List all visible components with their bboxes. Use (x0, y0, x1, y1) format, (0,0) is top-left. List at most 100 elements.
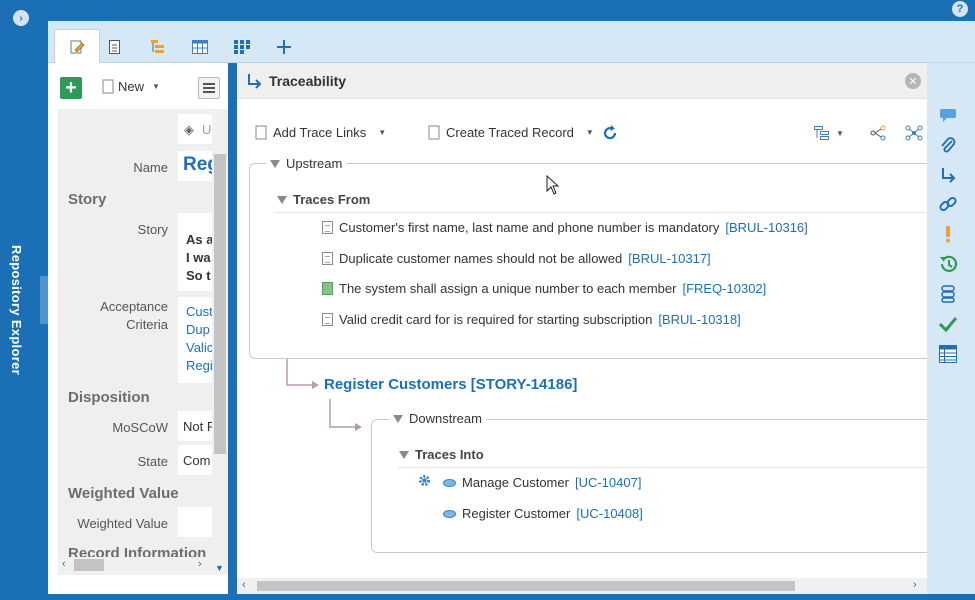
scrollbar-thumb[interactable] (74, 559, 104, 571)
traceability-button[interactable] (937, 164, 959, 186)
acceptance-criteria-field[interactable]: Cust Dup Valic Regi (178, 297, 212, 383)
trace-item-id-link[interactable]: [BRUL-10316] (725, 220, 807, 235)
state-field[interactable]: Com (178, 445, 212, 475)
tab-document[interactable] (92, 31, 138, 63)
scroll-right-icon[interactable]: › (198, 558, 202, 570)
downstream-toggle[interactable]: Downstream (389, 411, 486, 426)
eraser-icon: ◈ (184, 122, 194, 137)
acceptance-label-line: Acceptance (100, 299, 168, 314)
name-label: Name (133, 160, 168, 175)
story-line: So t (186, 268, 211, 283)
upstream-toggle[interactable]: Upstream (266, 156, 347, 171)
trace-item[interactable]: Manage Customer [UC-10407] (443, 475, 641, 490)
add-button[interactable]: + (60, 77, 82, 99)
green-document-icon (322, 282, 333, 295)
collapse-triangle-icon (270, 159, 280, 168)
scroll-left-icon[interactable]: ‹ (242, 579, 246, 591)
use-case-icon (443, 478, 456, 487)
alert-button[interactable] (937, 223, 959, 245)
history-icon (940, 255, 958, 272)
tab-add[interactable] (261, 31, 307, 63)
table-view-button[interactable] (937, 343, 959, 365)
trace-item-text: Customer's first name, last name and pho… (339, 220, 720, 235)
tab-hierarchy[interactable] (135, 31, 181, 63)
collapse-triangle-icon (277, 195, 287, 204)
traceability-horizontal-scrollbar[interactable]: ‹ › (237, 578, 927, 594)
name-field[interactable]: Reg (178, 151, 212, 181)
record-actions-sidebar (927, 63, 975, 594)
hierarchy-list-icon (151, 40, 164, 53)
trace-item-id-link[interactable]: [UC-10407] (575, 475, 641, 490)
tab-table[interactable] (177, 31, 223, 63)
attachment-icon (941, 137, 956, 153)
record-type-field[interactable]: ◈ U (178, 114, 212, 144)
new-button[interactable]: New ▼ (102, 79, 160, 94)
traces-into-toggle[interactable]: Traces Into (399, 447, 484, 462)
trace-item-text: Manage Customer (462, 475, 569, 490)
weighted-value-field[interactable] (178, 507, 212, 537)
trace-item[interactable]: Customer's first name, last name and pho… (322, 220, 808, 235)
layout-options-button[interactable]: ▼ (814, 126, 844, 140)
history-button[interactable] (937, 253, 959, 275)
scroll-left-icon[interactable]: ‹ (62, 558, 66, 570)
trace-item-id-link[interactable]: [FREQ-10302] (682, 281, 766, 296)
diagram-icon[interactable] (869, 125, 887, 141)
workflow-button[interactable] (937, 283, 959, 305)
chevron-right-icon[interactable]: › (13, 10, 29, 26)
document-icon (109, 40, 120, 54)
moscow-field[interactable]: Not F (178, 411, 212, 441)
table-icon (192, 40, 208, 54)
trace-item-id-link[interactable]: [BRUL-10318] (658, 312, 740, 327)
help-icon[interactable]: ? (952, 1, 968, 17)
trace-item[interactable]: Valid credit card for is required for st… (322, 312, 741, 327)
gear-icon[interactable] (417, 473, 432, 488)
close-icon[interactable]: ✕ (905, 73, 921, 89)
trace-item[interactable]: Duplicate customer names should not be a… (322, 251, 711, 266)
form-vertical-scrollbar[interactable]: ▼ (212, 109, 228, 575)
workflow-icon (941, 285, 955, 303)
acceptance-line[interactable]: Cust (186, 303, 212, 321)
story-field[interactable]: As a I wa So t (178, 213, 212, 291)
attachment-button[interactable] (937, 134, 959, 156)
acceptance-line[interactable]: Dup (186, 321, 212, 339)
document-icon (102, 79, 114, 94)
traceability-panel: Traceability ✕ Add Trace Links ▼ Create … (237, 63, 927, 594)
comment-button[interactable] (937, 104, 959, 126)
hamburger-menu-button[interactable] (198, 77, 220, 99)
repository-explorer-label[interactable]: Repository Explorer (9, 245, 24, 375)
scrollbar-thumb[interactable] (257, 581, 795, 591)
form-horizontal-scrollbar[interactable]: ‹ › (58, 557, 212, 573)
add-trace-links-button[interactable]: Add Trace Links ▼ (255, 125, 386, 140)
plus-icon (277, 40, 291, 54)
scrollbar-thumb[interactable] (214, 154, 226, 454)
scroll-right-icon[interactable]: › (913, 579, 917, 591)
trace-item[interactable]: The system shall assign a unique number … (322, 281, 766, 296)
traceability-header: Traceability ✕ (237, 63, 927, 99)
acceptance-line[interactable]: Regi (186, 357, 212, 375)
document-icon (322, 252, 333, 265)
current-story-title[interactable]: Register Customers [STORY-14186] (324, 376, 577, 393)
view-tab-bar (48, 21, 975, 64)
trace-arrow-icon (942, 168, 956, 183)
approve-button[interactable] (937, 313, 959, 335)
add-trace-links-label: Add Trace Links (273, 125, 367, 140)
trace-item-id-link[interactable]: [BRUL-10317] (628, 251, 710, 266)
network-icon[interactable] (905, 125, 923, 141)
link-button[interactable] (937, 193, 959, 215)
rail-expand-handle[interactable] (40, 276, 48, 324)
create-traced-record-button[interactable]: Create Traced Record ▼ (428, 125, 594, 140)
trace-arrow-icon (248, 74, 262, 89)
trace-item-id-link[interactable]: [UC-10408] (576, 506, 642, 521)
trace-item-text: Valid credit card for is required for st… (339, 312, 653, 327)
repository-explorer-rail[interactable]: › Repository Explorer (0, 0, 48, 600)
create-traced-record-label: Create Traced Record (446, 125, 574, 140)
acceptance-line[interactable]: Valic (186, 339, 212, 357)
traces-from-toggle[interactable]: Traces From (277, 192, 370, 207)
tab-grid[interactable] (219, 31, 265, 63)
chevron-down-icon[interactable]: ▼ (215, 563, 224, 573)
chevron-down-icon: ▼ (585, 128, 594, 137)
trace-item[interactable]: Register Customer [UC-10408] (443, 506, 643, 521)
refresh-icon[interactable] (601, 124, 619, 142)
chevron-down-icon: ▼ (836, 128, 844, 138)
divider (397, 467, 927, 468)
